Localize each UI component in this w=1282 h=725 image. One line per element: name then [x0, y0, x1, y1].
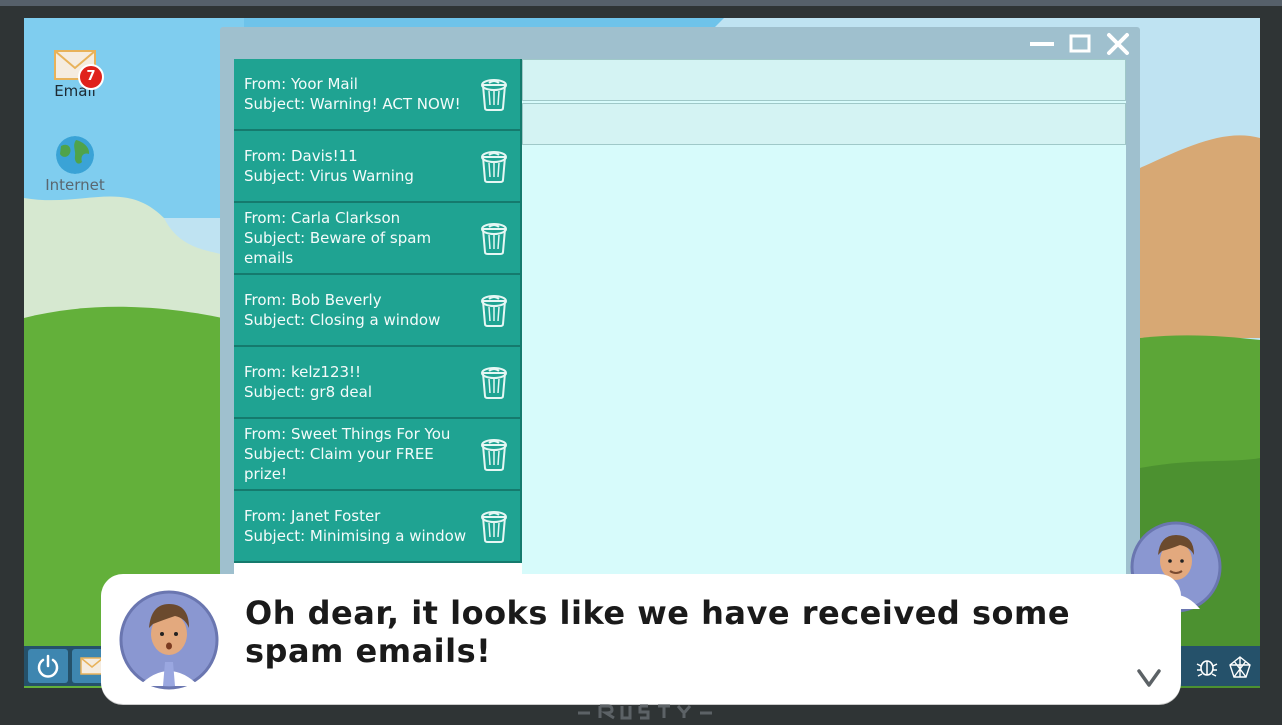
- email-list-item[interactable]: From: Bob Beverly Subject: Closing a win…: [234, 275, 522, 347]
- envelope-icon: 7: [54, 50, 104, 90]
- trash-icon[interactable]: [480, 221, 508, 255]
- email-sender: From: Carla Clarkson: [244, 209, 401, 227]
- assistant-avatar: [119, 590, 219, 690]
- power-icon[interactable]: [28, 649, 68, 683]
- email-subject: Subject: Warning! ACT NOW!: [244, 95, 461, 113]
- desktop-icon-label: Email: [54, 82, 96, 100]
- email-sender: From: Janet Foster: [244, 507, 381, 525]
- dialog-message: Oh dear, it looks like we have received …: [245, 594, 1071, 670]
- email-list-item[interactable]: From: kelz123!! Subject: gr8 deal: [234, 347, 522, 419]
- monitor-top-bezel: [0, 0, 1282, 6]
- email-subject: Subject: Beware of spam emails: [244, 229, 432, 267]
- email-window: From: Yoor Mail Subject: Warning! ACT NO…: [220, 27, 1140, 649]
- unread-count-badge: 7: [78, 64, 104, 90]
- bug-icon[interactable]: [1196, 656, 1218, 678]
- trash-icon[interactable]: [480, 77, 508, 111]
- assistant-dialog: Oh dear, it looks like we have received …: [101, 574, 1181, 704]
- email-list-item[interactable]: From: Carla Clarkson Subject: Beware of …: [234, 203, 522, 275]
- trash-icon[interactable]: [480, 437, 508, 471]
- desktop-icon-email[interactable]: 7 Email: [30, 50, 120, 100]
- window-controls: [1028, 31, 1132, 57]
- email-list-item[interactable]: From: Davis!11 Subject: Virus Warning: [234, 131, 522, 203]
- email-subject: Subject: Virus Warning: [244, 167, 414, 185]
- email-subject: Subject: Claim your FREE prize!: [244, 445, 434, 483]
- maximize-icon[interactable]: [1066, 31, 1094, 57]
- email-subject: Subject: gr8 deal: [244, 383, 373, 401]
- trash-icon[interactable]: [480, 149, 508, 183]
- web-icon[interactable]: [1228, 655, 1252, 679]
- email-sender: From: Sweet Things For You: [244, 425, 451, 443]
- system-tray: [1196, 655, 1252, 679]
- minimize-icon[interactable]: [1028, 31, 1056, 57]
- chevron-down-icon[interactable]: [1137, 668, 1161, 688]
- globe-icon: [56, 136, 94, 174]
- email-subject: Subject: Closing a window: [244, 311, 441, 329]
- desktop-icon-label: Internet: [45, 176, 105, 194]
- reading-pane: [522, 59, 1126, 649]
- email-sender: From: kelz123!!: [244, 363, 362, 381]
- trash-icon[interactable]: [480, 509, 508, 543]
- email-sender: From: Bob Beverly: [244, 291, 382, 309]
- email-list-item[interactable]: From: Janet Foster Subject: Minimising a…: [234, 491, 522, 563]
- trash-icon[interactable]: [480, 293, 508, 327]
- email-list: From: Yoor Mail Subject: Warning! ACT NO…: [234, 59, 522, 649]
- email-sender: From: Yoor Mail: [244, 75, 358, 93]
- reading-pane-subject-field: [522, 103, 1126, 145]
- reading-pane-from-field: [522, 59, 1126, 101]
- email-list-item[interactable]: From: Sweet Things For You Subject: Clai…: [234, 419, 522, 491]
- email-subject: Subject: Minimising a window: [244, 527, 467, 545]
- desktop-icon-internet[interactable]: Internet: [30, 136, 120, 194]
- email-sender: From: Davis!11: [244, 147, 358, 165]
- email-list-item[interactable]: From: Yoor Mail Subject: Warning! ACT NO…: [234, 59, 522, 131]
- trash-icon[interactable]: [480, 365, 508, 399]
- close-icon[interactable]: [1104, 31, 1132, 57]
